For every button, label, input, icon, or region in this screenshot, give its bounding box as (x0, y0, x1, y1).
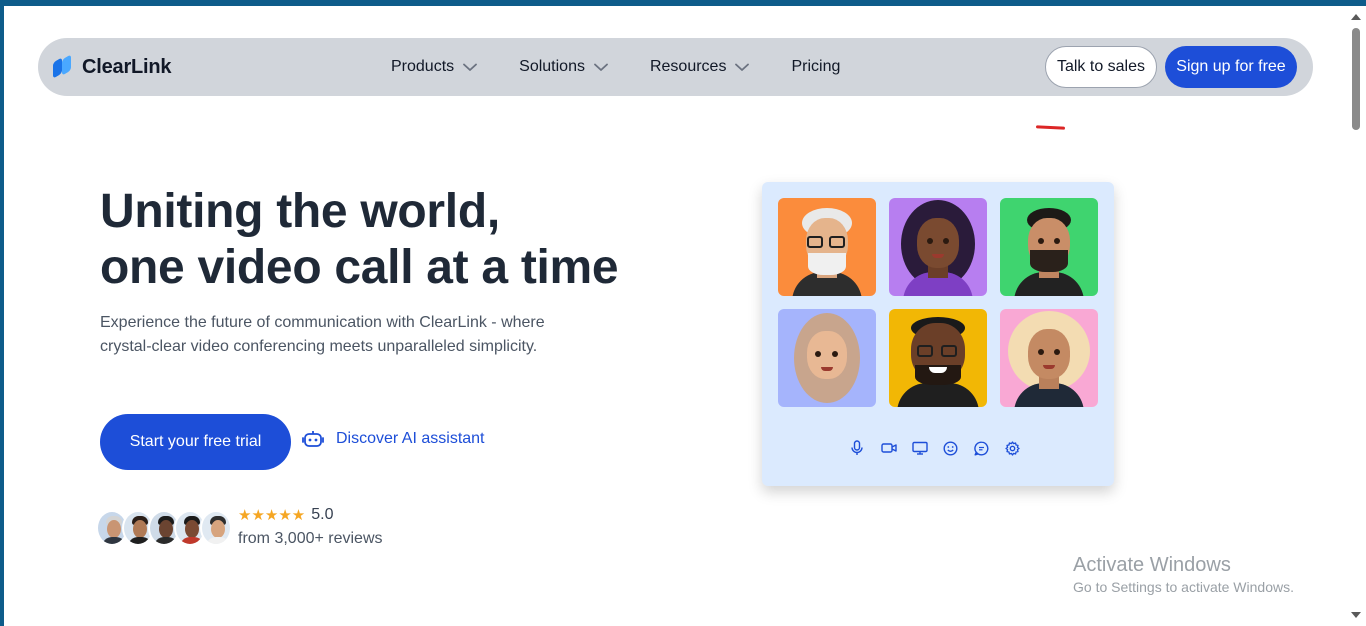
ai-link-label: Discover AI assistant (336, 430, 485, 447)
annotation-mark (1035, 125, 1066, 130)
clearlink-logo-icon (52, 54, 74, 79)
participant-tile (1000, 309, 1098, 407)
avatar (200, 510, 232, 546)
star-rating-icon: ★★★★★ (238, 507, 306, 524)
menu-item-label: Solutions (519, 58, 585, 75)
top-navbar: ClearLink Products Solutions Resources P… (38, 38, 1313, 96)
settings-icon[interactable] (1005, 438, 1036, 458)
scrollbar-thumb[interactable] (1352, 28, 1360, 130)
menu-item-label: Pricing (791, 58, 841, 75)
call-controls (850, 438, 1036, 458)
rating-value: 5.0 (311, 506, 334, 523)
menu-item-solutions[interactable]: Solutions (519, 58, 608, 76)
sign-up-button[interactable]: Sign up for free (1165, 46, 1297, 88)
hero-title-line2: one video call at a time (100, 241, 619, 294)
rating-row: ★★★★★ 5.0 (238, 506, 334, 524)
participant-tile (889, 309, 987, 407)
chevron-down-icon (735, 63, 750, 71)
video-camera-icon[interactable] (881, 438, 912, 458)
brand-name: ClearLink (82, 55, 172, 78)
chevron-down-icon (594, 63, 608, 71)
start-free-trial-button[interactable]: Start your free trial (100, 414, 291, 470)
participant-tile (778, 309, 876, 407)
scroll-down-arrow-icon[interactable] (1351, 612, 1361, 618)
menu-item-label: Resources (649, 58, 727, 75)
hero-title-line1: Uniting the world, (100, 185, 500, 238)
screen-share-icon[interactable] (912, 438, 943, 458)
scroll-up-arrow-icon[interactable] (1351, 14, 1361, 20)
menu-item-pricing[interactable]: Pricing (791, 58, 840, 76)
windows-activation-subtitle: Go to Settings to activate Windows. (1073, 579, 1294, 595)
menu-item-resources[interactable]: Resources (649, 58, 750, 76)
talk-to-sales-button[interactable]: Talk to sales (1045, 46, 1157, 88)
discover-ai-assistant-link[interactable]: Discover AI assistant (302, 430, 485, 448)
video-call-preview (762, 182, 1114, 486)
vertical-scrollbar[interactable] (1346, 6, 1366, 626)
microphone-icon[interactable] (850, 438, 881, 458)
menu-item-products[interactable]: Products (391, 58, 478, 76)
reviews-count: from 3,000+ reviews (238, 530, 383, 547)
chevron-down-icon (463, 63, 478, 71)
hero-subtitle: Experience the future of communication w… (100, 314, 545, 355)
participant-tile (778, 198, 876, 296)
chat-icon[interactable] (974, 438, 1005, 458)
emoji-icon[interactable] (943, 438, 974, 458)
participant-tile (889, 198, 987, 296)
browser-viewport: ClearLink Products Solutions Resources P… (4, 6, 1346, 626)
menu-item-label: Products (391, 58, 455, 75)
windows-activation-title: Activate Windows (1073, 554, 1231, 576)
participant-tile (1000, 198, 1098, 296)
reviewer-avatars (96, 510, 232, 546)
brand-logo[interactable]: ClearLink (52, 54, 172, 79)
robot-icon (302, 431, 324, 447)
main-menu: Products Solutions Resources Pricing (391, 38, 882, 96)
hero-title: Uniting the world, one video call at a t… (100, 184, 720, 296)
